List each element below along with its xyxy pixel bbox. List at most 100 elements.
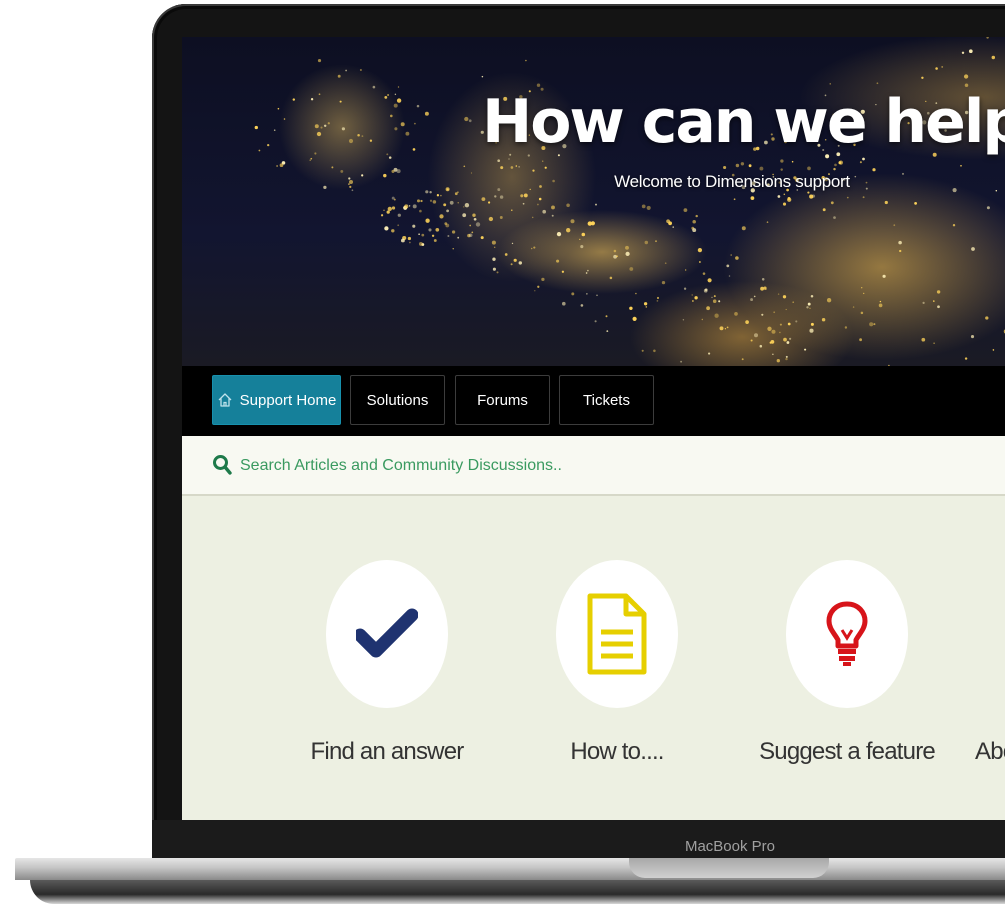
city-light-dot bbox=[542, 209, 547, 214]
city-light-dot bbox=[531, 216, 534, 219]
city-light-dot bbox=[561, 270, 565, 273]
city-light-dot bbox=[348, 183, 350, 185]
city-light-dot bbox=[510, 166, 514, 169]
city-light-dot bbox=[833, 216, 836, 219]
city-light-dot bbox=[780, 159, 784, 163]
city-light-dot bbox=[393, 198, 396, 201]
city-light-dot bbox=[447, 235, 450, 237]
city-light-dot bbox=[970, 335, 975, 339]
city-light-dot bbox=[570, 219, 575, 224]
card-about-partial[interactable]: Abo bbox=[975, 560, 1005, 780]
city-light-dot bbox=[497, 188, 501, 192]
city-light-dot bbox=[475, 222, 481, 227]
city-light-dot bbox=[457, 191, 459, 193]
city-light-dot bbox=[724, 328, 727, 330]
city-light-dot bbox=[518, 261, 523, 265]
city-light-dot bbox=[760, 286, 765, 291]
city-light-dot bbox=[462, 213, 467, 218]
nav-solutions[interactable]: Solutions bbox=[350, 375, 445, 425]
nav-forums[interactable]: Forums bbox=[455, 375, 550, 425]
city-light-dot bbox=[933, 300, 935, 302]
city-light-dot bbox=[863, 292, 865, 295]
city-light-dot bbox=[587, 269, 589, 272]
city-light-dot bbox=[594, 320, 597, 323]
city-light-dot bbox=[898, 240, 902, 245]
city-light-dot bbox=[566, 228, 571, 233]
city-light-dot bbox=[435, 227, 440, 232]
city-light-dot bbox=[878, 303, 883, 308]
city-light-dot bbox=[635, 292, 637, 295]
city-light-dot bbox=[383, 173, 387, 178]
city-light-dot bbox=[279, 163, 284, 168]
city-light-dot bbox=[556, 231, 562, 237]
city-light-dot bbox=[530, 247, 533, 250]
city-light-dot bbox=[361, 135, 364, 137]
search-icon[interactable] bbox=[212, 454, 232, 476]
city-light-dot bbox=[571, 292, 575, 296]
city-light-dot bbox=[699, 261, 701, 263]
city-light-dot bbox=[361, 174, 364, 177]
city-light-dot bbox=[551, 205, 555, 210]
city-light-dot bbox=[457, 202, 459, 204]
city-light-dot bbox=[445, 223, 450, 228]
city-light-dot bbox=[830, 201, 834, 205]
nav-tickets[interactable]: Tickets bbox=[559, 375, 654, 425]
city-light-dot bbox=[641, 204, 646, 209]
city-light-dot bbox=[520, 194, 524, 198]
nav-support-home[interactable]: Support Home bbox=[212, 375, 341, 425]
city-light-dot bbox=[397, 213, 401, 217]
city-light-dot bbox=[391, 206, 396, 210]
city-light-dot bbox=[310, 98, 314, 101]
card-icon-circle bbox=[556, 560, 678, 708]
city-light-dot bbox=[656, 296, 660, 300]
hero-title: How can we help? bbox=[482, 87, 1005, 157]
city-light-dot bbox=[645, 306, 648, 308]
city-light-dot bbox=[735, 163, 740, 168]
city-light-dot bbox=[429, 191, 432, 194]
city-light-dot bbox=[899, 249, 902, 253]
city-light-dot bbox=[644, 240, 649, 245]
city-light-dot bbox=[323, 124, 327, 128]
city-light-dot bbox=[515, 165, 518, 167]
city-light-dot bbox=[581, 232, 586, 237]
city-light-dot bbox=[394, 127, 398, 131]
city-light-dot bbox=[708, 352, 711, 355]
city-light-dot bbox=[595, 203, 597, 206]
city-light-dot bbox=[369, 139, 373, 142]
hero-subtitle: Welcome to Dimensions support bbox=[614, 172, 850, 191]
city-light-dot bbox=[782, 295, 787, 299]
city-light-dot bbox=[425, 190, 429, 194]
main-nav: Support Home Solutions Forums Tickets bbox=[182, 366, 1005, 436]
city-light-dot bbox=[310, 157, 313, 160]
city-light-dot bbox=[440, 194, 442, 197]
card-label: Abo bbox=[975, 738, 1005, 765]
city-light-dot bbox=[991, 55, 996, 60]
city-light-dot bbox=[561, 301, 566, 306]
city-light-dot bbox=[683, 287, 687, 290]
city-light-dot bbox=[826, 298, 832, 303]
city-light-dot bbox=[537, 285, 540, 288]
city-light-dot bbox=[844, 326, 848, 329]
city-light-dot bbox=[580, 304, 584, 307]
city-light-dot bbox=[480, 236, 484, 240]
card-how-to[interactable]: How to.... bbox=[517, 560, 717, 780]
home-icon bbox=[218, 393, 232, 407]
city-light-dot bbox=[846, 196, 849, 199]
city-light-dot bbox=[491, 240, 496, 245]
city-light-dot bbox=[439, 214, 444, 219]
city-light-dot bbox=[522, 202, 525, 205]
card-suggest-a-feature[interactable]: Suggest a feature bbox=[747, 560, 947, 780]
city-light-dot bbox=[683, 208, 688, 212]
city-light-dot bbox=[782, 202, 787, 206]
city-light-dot bbox=[992, 349, 995, 351]
city-light-dot bbox=[454, 192, 458, 196]
search-input[interactable] bbox=[240, 452, 940, 480]
city-light-dot bbox=[492, 257, 496, 261]
city-light-dot bbox=[504, 253, 508, 256]
city-light-dot bbox=[893, 224, 896, 227]
laptop-opening-notch bbox=[629, 858, 829, 878]
card-icon-circle bbox=[326, 560, 448, 708]
city-light-dot bbox=[641, 349, 644, 352]
city-light-dot bbox=[500, 166, 504, 170]
card-find-an-answer[interactable]: Find an answer bbox=[287, 560, 487, 780]
